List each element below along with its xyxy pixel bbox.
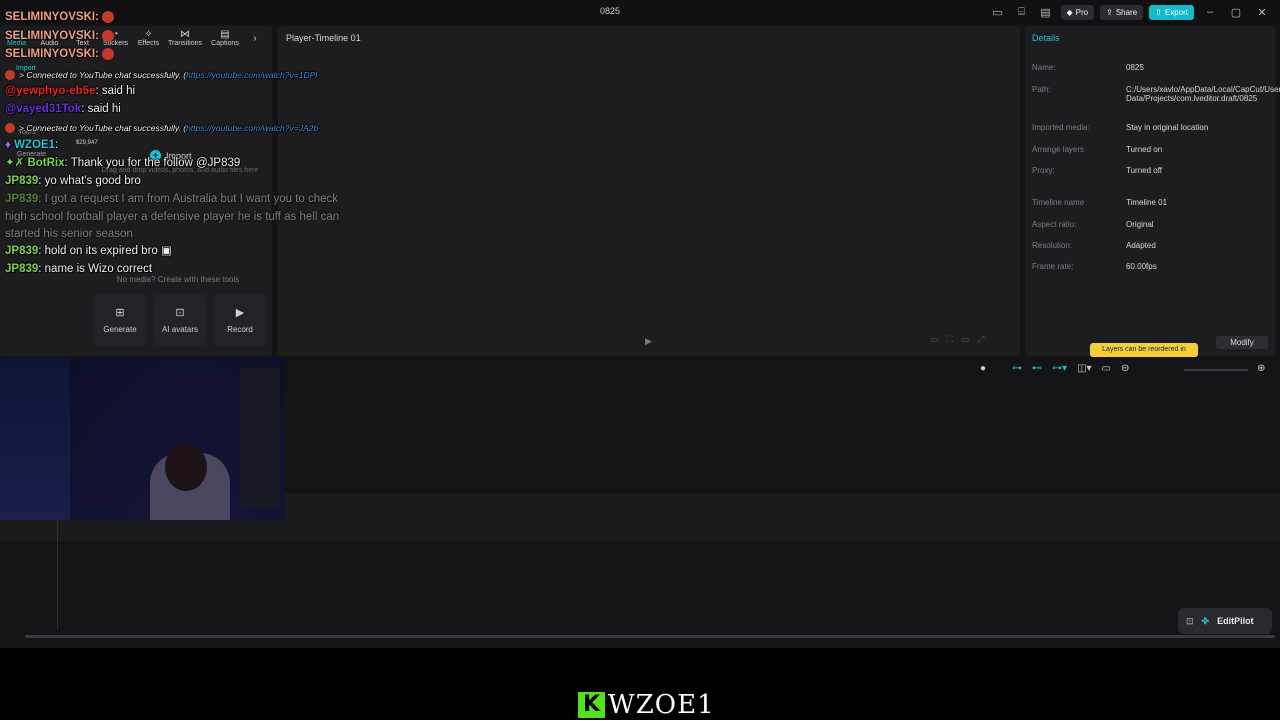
emote-icon bbox=[101, 47, 114, 60]
player-controls[interactable]: ▭⛶▭⤢ bbox=[930, 334, 993, 345]
price-label: $29,947 bbox=[76, 140, 98, 146]
chat-message: @vayed31Tok: said hi bbox=[5, 103, 121, 115]
chat-message: JP839: name is Wizo correct bbox=[5, 263, 153, 275]
chat-system-message: > Connected to YouTube chat successfully… bbox=[5, 119, 318, 137]
timeline-divider bbox=[57, 520, 58, 630]
record-icon: ▶ bbox=[235, 307, 245, 319]
chat-message: ✦✗ BotRix: Thank you for the follow @JP8… bbox=[5, 157, 241, 169]
webcam-wall bbox=[0, 358, 70, 520]
tabs-more-button[interactable]: › bbox=[245, 24, 265, 52]
captions-icon: ▤ bbox=[220, 29, 230, 40]
create-tools: ⊞ Generate ⊡ AI avatars ▶ Record bbox=[94, 294, 266, 346]
transitions-icon: ⋈ bbox=[180, 29, 190, 40]
pro-button[interactable]: ◆ Pro bbox=[1060, 4, 1095, 20]
layers-tooltip: Layers can be reordered in bbox=[1090, 343, 1198, 357]
streamer-name: WZOE1 bbox=[608, 690, 715, 720]
tab-transitions[interactable]: ⋈ Transitions bbox=[165, 24, 205, 52]
chat-message: JP839: hold on its expired bro ▣ bbox=[5, 245, 172, 257]
titlebar-actions: ▭ ⌸ ▤ ◆ Pro ⇪ Share ⇧ Export – ▢ ✕ bbox=[989, 4, 1273, 20]
timeline-scrollbar[interactable] bbox=[25, 635, 1275, 638]
zoom-out-icon[interactable]: ⊖ bbox=[1121, 363, 1129, 374]
split-icon[interactable]: ⊶▾ bbox=[1052, 363, 1067, 374]
player-title: Player-Timeline 01 bbox=[286, 33, 361, 43]
zoom-slider[interactable] bbox=[1184, 369, 1248, 371]
timeline-toolbar: ● ⊶ ⊷ ⊶▾ ◫▾ ▭ ⊖ bbox=[980, 363, 1129, 374]
chat-message: JP839: yo what's good bro bbox=[5, 175, 141, 187]
chevron-right-icon: › bbox=[253, 32, 257, 44]
layout-icon[interactable]: ▭ bbox=[989, 4, 1007, 20]
generate-icon: ⊞ bbox=[115, 307, 125, 319]
snap-icon[interactable]: ⊷ bbox=[1032, 363, 1042, 374]
preview-axis-icon[interactable]: ◫▾ bbox=[1077, 363, 1091, 374]
zoom-in-icon[interactable]: ⊕ bbox=[1257, 363, 1265, 374]
details-panel bbox=[1025, 26, 1275, 356]
emote-icon bbox=[101, 10, 114, 23]
minimize-button[interactable]: – bbox=[1200, 6, 1220, 18]
chat-message-continued: high school football player a defensive … bbox=[5, 211, 340, 223]
link-icon[interactable]: ⊶ bbox=[1012, 363, 1022, 374]
caption-icon[interactable]: ▭ bbox=[1102, 363, 1111, 374]
details-title: Details bbox=[1032, 33, 1060, 43]
chat-message: SELIMINYOVSKI: bbox=[5, 8, 114, 26]
chat-message: @yewphyo-eb5e: said hi bbox=[5, 85, 136, 97]
panel-icon[interactable]: ▤ bbox=[1037, 4, 1055, 20]
chat-message-continued: started his senior season bbox=[5, 228, 133, 240]
chat-message: SELIMINYOVSKI: bbox=[5, 27, 114, 45]
diamond-icon: ◆ bbox=[1066, 7, 1073, 17]
webcam-feed bbox=[0, 358, 285, 520]
chat-message: JP839: I got a request I am from Austral… bbox=[5, 193, 339, 205]
share-icon: ⇪ bbox=[1106, 7, 1113, 17]
emote-icon bbox=[101, 29, 114, 42]
emote-icon: ▣ bbox=[157, 245, 172, 257]
effects-icon: ✧ bbox=[144, 29, 153, 40]
webcam-speaker bbox=[240, 368, 280, 508]
collapse-icon: ⊡ bbox=[1186, 615, 1194, 626]
close-button[interactable]: ✕ bbox=[1252, 6, 1272, 19]
editpilot-button[interactable]: ⊡ ✜ EditPilot bbox=[1178, 608, 1272, 634]
youtube-icon bbox=[5, 122, 15, 133]
youtube-icon bbox=[5, 69, 15, 80]
capcut-window: 0825 ▭ ⌸ ▤ ◆ Pro ⇪ Share ⇧ Export – ▢ ✕ ▣ Me… bbox=[0, 0, 1280, 648]
export-button[interactable]: ⇧ Export bbox=[1149, 4, 1194, 20]
play-icon[interactable]: ▶ bbox=[645, 336, 652, 347]
tab-effects[interactable]: ✧ Effects bbox=[132, 24, 165, 52]
chat-message: ♦ WZOE1: bbox=[5, 139, 59, 151]
tab-captions[interactable]: ▤ Captions bbox=[205, 24, 245, 52]
kick-logo-icon: K bbox=[578, 692, 605, 718]
shortcut-icon[interactable]: ⌸ bbox=[1013, 4, 1031, 20]
microphone-icon[interactable]: ● bbox=[980, 363, 986, 374]
modify-button[interactable]: Modify bbox=[1216, 336, 1268, 349]
bot-badge-icon: ✦✗ bbox=[5, 157, 28, 169]
chat-message: SELIMINYOVSKI: bbox=[5, 45, 114, 63]
maximize-button[interactable]: ▢ bbox=[1226, 6, 1246, 19]
ai-avatars-button[interactable]: ⊡ AI avatars bbox=[154, 294, 206, 346]
editpilot-icon: ✜ bbox=[1201, 615, 1210, 626]
player-panel bbox=[278, 26, 1020, 356]
streamer-logo: K WZOE1 bbox=[578, 692, 715, 718]
share-button[interactable]: ⇪ Share bbox=[1100, 4, 1144, 20]
export-icon: ⇧ bbox=[1155, 7, 1162, 17]
webcam-person bbox=[165, 443, 207, 491]
title-bar: 0825 ▭ ⌸ ▤ ◆ Pro ⇪ Share ⇧ Export – ▢ ✕ bbox=[0, 0, 1280, 24]
record-button[interactable]: ▶ Record bbox=[214, 294, 266, 346]
ai-avatar-icon: ⊡ bbox=[175, 307, 185, 319]
generate-button[interactable]: ⊞ Generate bbox=[94, 294, 146, 346]
chat-badge-icon: ♦ bbox=[5, 139, 15, 151]
